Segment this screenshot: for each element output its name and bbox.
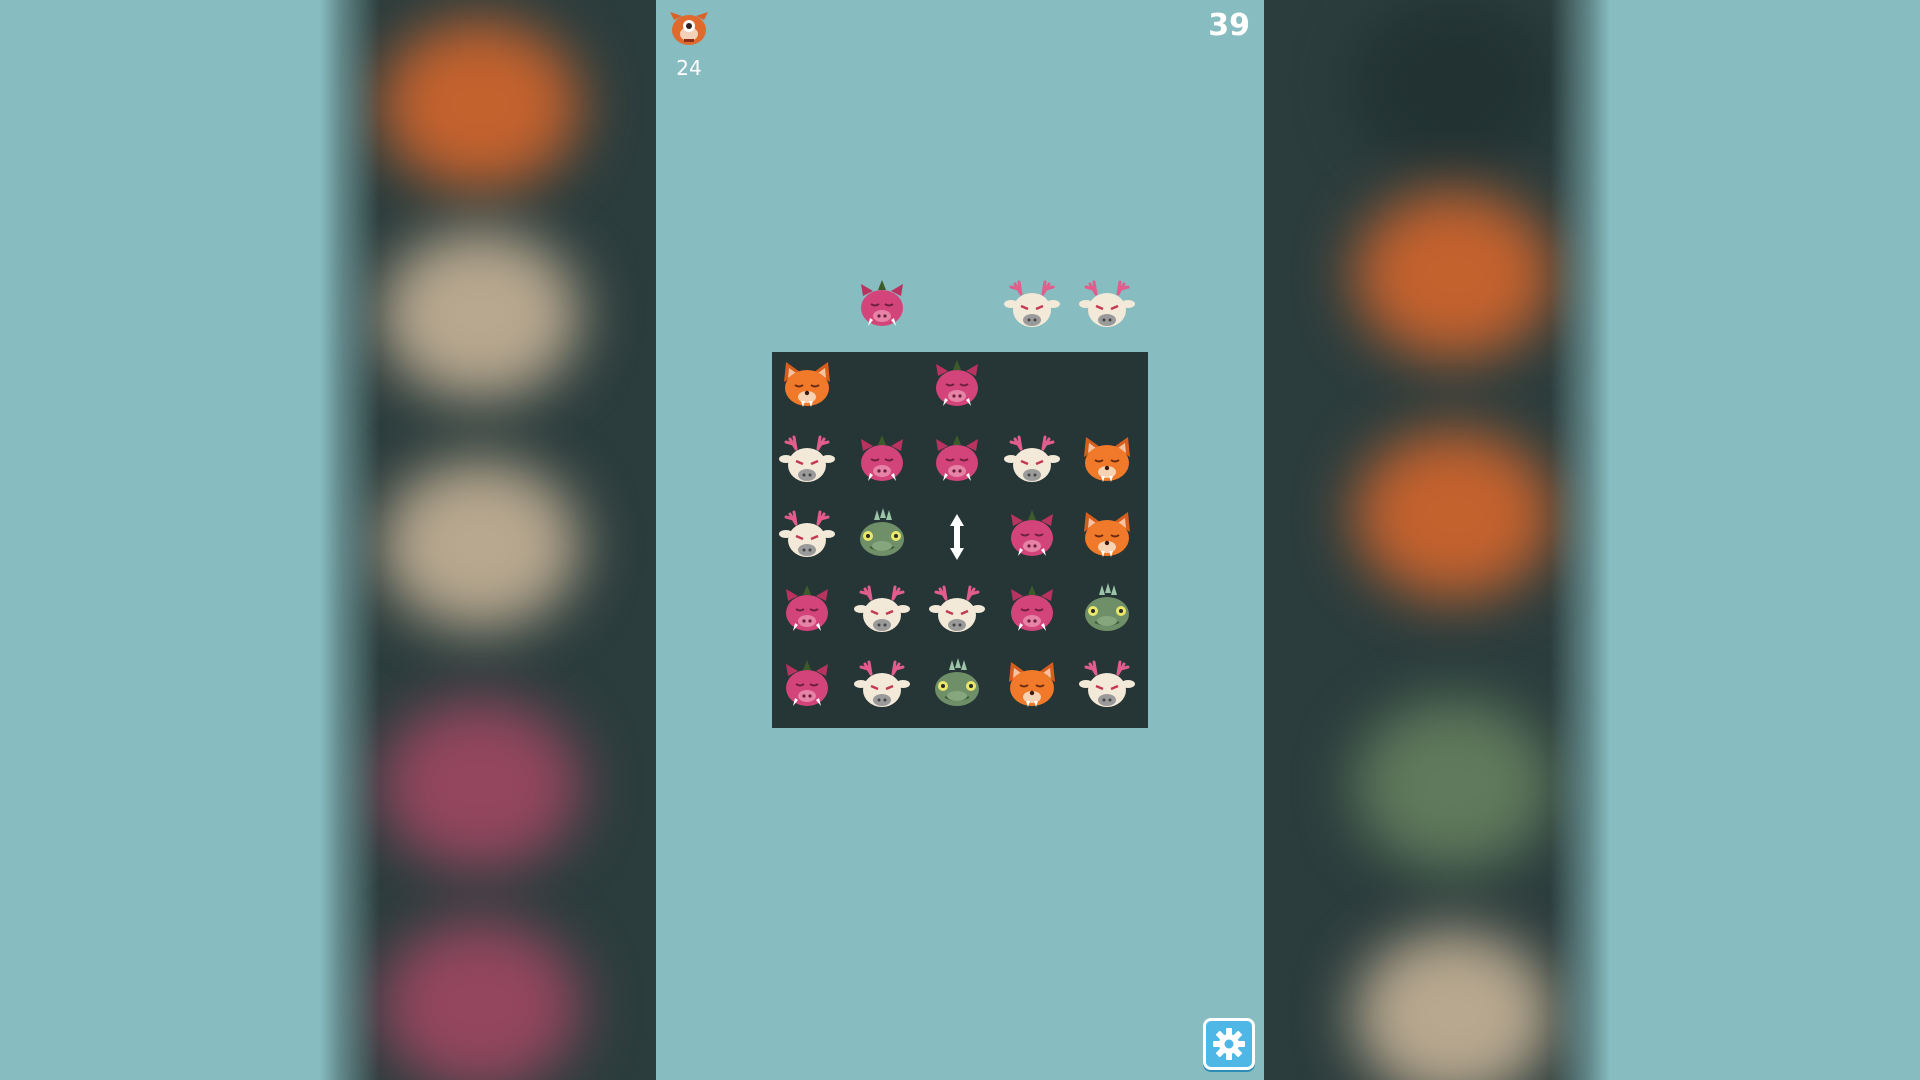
creature-deer[interactable] — [1076, 656, 1138, 718]
incoming-deer — [1076, 276, 1138, 338]
blurred-deer — [380, 230, 580, 400]
swap-arrow-icon[interactable] — [926, 506, 988, 568]
creature-deer[interactable] — [776, 431, 838, 493]
creature-fox[interactable] — [1001, 656, 1063, 718]
moves-remaining: 39 — [1208, 8, 1250, 43]
creature-pig[interactable] — [776, 656, 838, 718]
creature-deer[interactable] — [851, 581, 913, 643]
creature-lizard[interactable] — [851, 506, 913, 568]
target-count: 24 — [676, 56, 702, 80]
game-board — [772, 352, 1148, 728]
blurred-backdrop-left — [0, 0, 656, 1080]
creature-pig[interactable] — [851, 431, 913, 493]
creature-deer[interactable] — [1001, 431, 1063, 493]
incoming-pig — [851, 276, 913, 338]
creature-fox[interactable] — [776, 356, 838, 418]
blurred-pig — [380, 700, 580, 870]
creature-pig[interactable] — [1001, 581, 1063, 643]
creature-lizard[interactable] — [926, 656, 988, 718]
blurred-deer — [380, 460, 580, 630]
creature-deer[interactable] — [776, 506, 838, 568]
creature-pig[interactable] — [926, 356, 988, 418]
creature-pig[interactable] — [776, 581, 838, 643]
game-screen: 24 39 — [656, 0, 1264, 1080]
creature-pig[interactable] — [926, 431, 988, 493]
creature-deer[interactable] — [851, 656, 913, 718]
blurred-backdrop-right — [1264, 0, 1920, 1080]
settings-button[interactable] — [1203, 1018, 1255, 1070]
creature-fox[interactable] — [1076, 431, 1138, 493]
gear-icon — [1213, 1028, 1245, 1060]
creature-pig[interactable] — [1001, 506, 1063, 568]
incoming-deer — [1001, 276, 1063, 338]
creature-deer[interactable] — [926, 581, 988, 643]
blurred-pig — [380, 920, 580, 1080]
creature-lizard[interactable] — [1076, 581, 1138, 643]
target-creature-icon — [668, 10, 710, 48]
blurred-fox — [380, 20, 580, 190]
creature-fox[interactable] — [1076, 506, 1138, 568]
